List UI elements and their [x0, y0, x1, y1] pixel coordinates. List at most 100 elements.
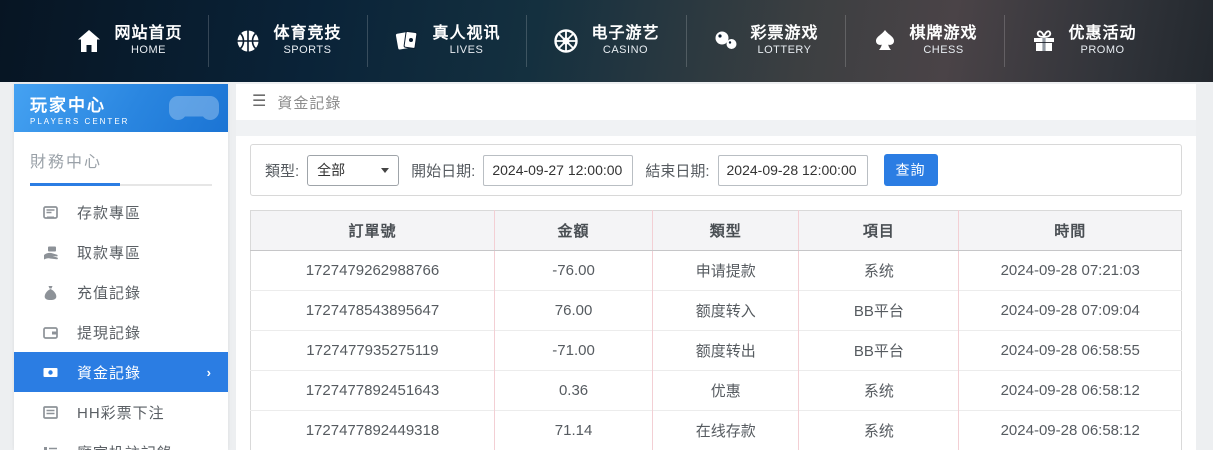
- sidebar-item-cash[interactable]: 資金記錄 ›: [14, 352, 228, 392]
- nav-label-en: LOTTERY: [757, 44, 812, 57]
- nav-item-home[interactable]: 网站首页 HOME: [50, 15, 210, 67]
- nav-label-cn: 电子游艺: [591, 25, 660, 43]
- gift-icon: [1031, 28, 1057, 54]
- wallet-icon: [42, 324, 59, 341]
- finance-section-title: 財務中心: [30, 154, 103, 171]
- table-cell: 1727477892451643: [250, 370, 495, 411]
- table-header-cell: 時間: [958, 210, 1182, 251]
- table-cell: 1727477935275119: [250, 330, 495, 371]
- table-cell: 2024-09-28 07:09:04: [958, 290, 1182, 331]
- nav-label-cn: 棋牌游戏: [909, 25, 978, 43]
- sidebar-item-list-detail[interactable]: 廳室投註記錄›: [14, 432, 228, 450]
- table-cell: -76.00: [493, 250, 653, 291]
- home-icon: [76, 28, 102, 54]
- type-select[interactable]: 全部: [307, 154, 400, 186]
- table-header-row: 訂單號 金額 類型 項目 時間: [250, 210, 1182, 251]
- list-icon: [42, 404, 59, 421]
- nav-label-cn: 网站首页: [114, 25, 183, 43]
- finance-section: 財務中心: [14, 132, 228, 186]
- sidebar-item-wallet[interactable]: 提現記錄›: [14, 312, 228, 352]
- nav-label-cn: 优惠活动: [1068, 25, 1137, 43]
- money-bag-icon: [42, 284, 59, 301]
- sidebar-item-label: 取款專區: [77, 244, 142, 262]
- table-cell: 系统: [798, 410, 959, 450]
- sidebar-item-label: 資金記錄: [77, 364, 142, 382]
- type-label: 類型:: [265, 162, 300, 180]
- end-date-label: 結束日期:: [645, 162, 710, 180]
- lottery-balls-icon: [713, 28, 739, 54]
- spade-icon: [872, 28, 898, 54]
- start-date-label: 開始日期:: [411, 162, 476, 180]
- table-cell: BB平台: [798, 330, 959, 371]
- table-cell: 在线存款: [652, 410, 799, 450]
- nav-label-en: PROMO: [1080, 44, 1125, 57]
- start-date-input[interactable]: [483, 154, 634, 186]
- nav-item-lottery[interactable]: 彩票游戏 LOTTERY: [687, 15, 846, 67]
- table-row: 1727478543895647 76.00 额度转入 BB平台 2024-09-28 …: [250, 290, 1182, 331]
- chevron-right-icon: ›: [206, 364, 212, 380]
- sidebar-item-withdraw-hand[interactable]: 取款專區›: [14, 232, 228, 272]
- sidebar-item-label: 提現記錄: [77, 324, 142, 342]
- table-cell: 2024-09-28 06:58:12: [958, 370, 1182, 411]
- nav-label-en: LIVES: [449, 44, 484, 57]
- sidebar-item-label: 廳室投註記錄: [77, 442, 173, 450]
- page-title: 資金記錄: [277, 94, 342, 112]
- player-center-sidebar: 玩家中心 PLAYERS CENTER 財務中心 存款專區›取款專區›充值記錄›…: [14, 84, 228, 450]
- sidebar-item-money-bag[interactable]: 充值記錄›: [14, 272, 228, 312]
- deposit-icon: [42, 204, 59, 221]
- sidebar-item-list[interactable]: HH彩票下注›: [14, 392, 228, 432]
- breadcrumb: ☰ 資金記錄: [236, 84, 1196, 120]
- table-cell: 1727479262988766: [250, 250, 495, 291]
- sidebar-menu: 存款專區›取款專區›充值記錄›提現記錄› 資金記錄 › HH彩票下注›廳室投註記錄›: [14, 192, 228, 450]
- top-navigation: 网站首页 HOME 体育竞技 SPORTS 真人视讯 LIVES 电子游艺 CASINO 彩票游…: [0, 0, 1213, 82]
- nav-item-sports[interactable]: 体育竞技 SPORTS: [209, 15, 369, 67]
- funds-record-table: 訂單號 金額 類型 項目 時間 1727479262988766 -76.00 申请提款 系统…: [250, 210, 1182, 450]
- nav-label-cn: 彩票游戏: [750, 25, 819, 43]
- filter-bar: 類型: 全部 開始日期: 結束日期: 查詢: [250, 144, 1182, 196]
- table-cell: 76.00: [493, 290, 653, 331]
- table-header-cell: 類型: [652, 210, 799, 251]
- sidebar-item-label: HH彩票下注: [77, 404, 165, 422]
- table-header-cell: 項目: [798, 210, 959, 251]
- table-cell: 额度转出: [652, 330, 799, 371]
- table-cell: 0.36: [493, 370, 653, 411]
- gamepad-icon: [168, 88, 220, 132]
- sidebar-item-deposit[interactable]: 存款專區›: [14, 192, 228, 232]
- nav-item-casino[interactable]: 电子游艺 CASINO: [527, 15, 687, 67]
- table-header-cell: 訂單號: [250, 210, 495, 251]
- table-row: 1727477892449318 71.14 在线存款 系统 2024-09-28 06…: [250, 410, 1182, 450]
- basketball-icon: [235, 28, 261, 54]
- nav-label-en: SPORTS: [283, 44, 332, 57]
- main-content: ☰ 資金記錄 類型: 全部 開始日期: 結束日期: 查詢 訂單號金額類型項目時間…: [236, 84, 1196, 450]
- cash-icon: [42, 364, 59, 381]
- table-cell: 2024-09-28 07:21:03: [958, 250, 1182, 291]
- list-detail-icon: [42, 444, 59, 450]
- table-row: 1727477892451643 0.36 优惠 系统 2024-09-28 06:58…: [250, 370, 1182, 411]
- table-cell: 系统: [798, 250, 959, 291]
- table-cell: -71.00: [493, 330, 653, 371]
- query-button[interactable]: 查詢: [883, 154, 938, 186]
- table-header-cell: 金額: [493, 210, 653, 251]
- sidebar-item-label: 存款專區: [77, 204, 142, 222]
- section-underline: [30, 183, 212, 186]
- withdraw-hand-icon: [42, 244, 59, 261]
- nav-label-en: CHESS: [923, 44, 964, 57]
- end-date-input[interactable]: [717, 154, 868, 186]
- content-panel: 類型: 全部 開始日期: 結束日期: 查詢 訂單號金額類型項目時間 172747…: [236, 136, 1196, 450]
- nav-item-promo[interactable]: 优惠活动 PROMO: [1005, 15, 1163, 67]
- cards-icon: [394, 28, 420, 54]
- table-cell: 优惠: [652, 370, 799, 411]
- table-cell: 1727477892449318: [250, 410, 495, 450]
- divider-strip: [236, 120, 1196, 136]
- table-row: 1727479262988766 -76.00 申请提款 系统 2024-09-28 0…: [250, 250, 1182, 291]
- nav-label-en: HOME: [130, 44, 166, 57]
- hamburger-menu-icon[interactable]: ☰: [252, 94, 267, 110]
- table-cell: 系统: [798, 370, 959, 411]
- nav-label-cn: 真人视讯: [432, 25, 501, 43]
- table-cell: 1727478543895647: [250, 290, 495, 331]
- nav-item-chess[interactable]: 棋牌游戏 CHESS: [846, 15, 1005, 67]
- table-cell: 2024-09-28 06:58:55: [958, 330, 1182, 371]
- table-cell: BB平台: [798, 290, 959, 331]
- table-cell: 申请提款: [652, 250, 799, 291]
- nav-item-lives[interactable]: 真人视讯 LIVES: [368, 15, 528, 67]
